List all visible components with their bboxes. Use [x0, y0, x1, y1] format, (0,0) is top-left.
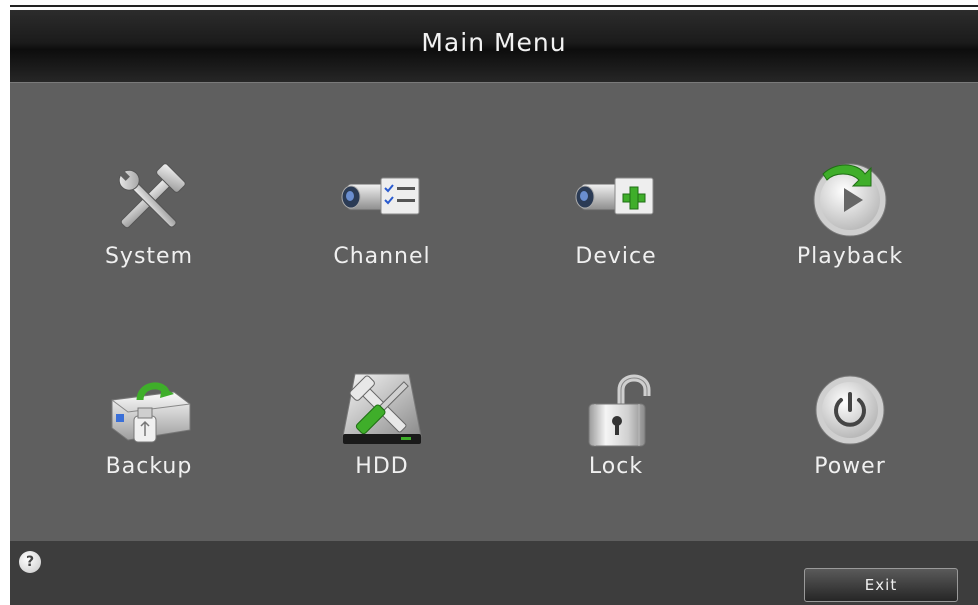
title-bar: Main Menu	[10, 10, 978, 83]
padlock-icon	[571, 370, 661, 450]
menu-item-label: System	[104, 244, 194, 269]
footer-bar: ? Exit	[10, 541, 978, 605]
menu-item-channel[interactable]: Channel	[282, 160, 482, 290]
menu-item-label: HDD	[355, 454, 409, 479]
menu-item-hdd[interactable]: HDD	[282, 370, 482, 500]
help-icon[interactable]: ?	[19, 551, 41, 573]
tools-icon	[104, 160, 194, 240]
menu-item-power[interactable]: Power	[750, 370, 950, 500]
camera-checklist-icon	[337, 160, 427, 240]
menu-item-backup[interactable]: Backup	[49, 370, 249, 500]
main-menu-window: Main Menu System Channel Device Playback…	[10, 10, 978, 605]
menu-item-label: Lock	[588, 454, 644, 479]
menu-item-label: Playback	[796, 244, 904, 269]
window-title: Main Menu	[421, 28, 567, 57]
menu-grid: System Channel Device Playback Backup HD…	[10, 83, 978, 541]
menu-item-device[interactable]: Device	[516, 160, 716, 290]
top-border-line	[10, 5, 978, 7]
playback-icon	[805, 160, 895, 240]
menu-item-playback[interactable]: Playback	[750, 160, 950, 290]
usb-backup-icon	[104, 370, 194, 450]
menu-item-label: Channel	[333, 244, 431, 269]
power-icon	[805, 370, 895, 450]
menu-item-label: Power	[814, 454, 886, 479]
camera-add-icon	[571, 160, 661, 240]
menu-item-lock[interactable]: Lock	[516, 370, 716, 500]
menu-item-label: Device	[575, 244, 657, 269]
menu-item-system[interactable]: System	[49, 160, 249, 290]
hdd-tools-icon	[337, 370, 427, 450]
exit-button[interactable]: Exit	[804, 568, 958, 602]
top-border	[0, 0, 978, 10]
menu-item-label: Backup	[105, 454, 193, 479]
